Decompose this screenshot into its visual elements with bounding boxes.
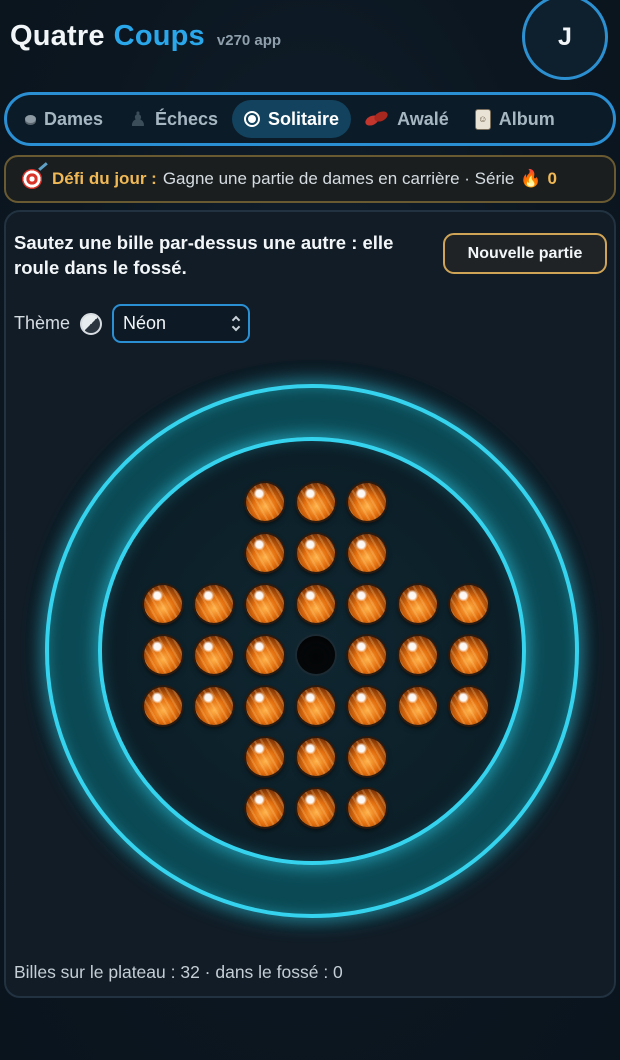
marble[interactable] [348,534,386,572]
marble[interactable] [348,789,386,827]
marble[interactable] [246,687,284,725]
marble[interactable] [348,585,386,623]
marble[interactable] [144,687,182,725]
marble[interactable] [348,636,386,674]
marble[interactable] [450,687,488,725]
tab-label: Échecs [154,108,219,129]
brand-word-quatre: Quatre [10,20,105,52]
marble[interactable] [297,534,335,572]
marble[interactable] [348,687,386,725]
theme-select[interactable]: Néon [112,304,251,343]
marble[interactable] [450,585,488,623]
user-avatar[interactable]: J [522,0,608,80]
game-tabs: Dames ♟ Échecs Solitaire Awalé ☺ Album [4,92,616,146]
marble[interactable] [297,483,335,521]
version-label: v270 app [216,32,282,49]
radio-circle-icon [244,111,261,127]
target-icon [22,169,42,189]
marble[interactable] [297,585,335,623]
tab-label: Solitaire [268,108,340,129]
empty-hole[interactable] [297,636,335,674]
marble[interactable] [195,585,233,623]
challenge-text: Gagne une partie de dames en carrière · … [162,169,515,188]
streak-count: 0 [547,169,557,188]
tab-echecs[interactable]: ♟ Échecs [117,100,230,138]
brand-word-coups: Coups [113,20,205,52]
marble[interactable] [399,585,437,623]
solitaire-board [45,384,579,918]
fire-icon: 🔥 [520,169,542,188]
marble[interactable] [297,738,335,776]
tab-label: Album [498,108,555,129]
game-instructions: Sautez une bille par-dessus une autre : … [14,232,394,278]
marble[interactable] [246,789,284,827]
marble[interactable] [348,483,386,521]
solitaire-panel: Sautez une bille par-dessus une autre : … [4,210,616,998]
tab-awale[interactable]: Awalé [353,100,461,138]
tab-label: Awalé [397,108,449,129]
app-title: Quatre Coups v270 app [10,20,281,53]
marble[interactable] [246,534,284,572]
marble[interactable] [399,636,437,674]
marble[interactable] [246,738,284,776]
board-pegs [49,388,583,922]
checker-piece-icon [25,115,36,123]
marble[interactable] [195,687,233,725]
marble[interactable] [297,789,335,827]
chess-pawn-icon: ♟ [129,108,147,131]
marble[interactable] [348,738,386,776]
marble-stats: Billes sur le plateau : 32 · dans le fos… [14,962,343,982]
marble[interactable] [450,636,488,674]
album-card-icon: ☺ [474,108,491,130]
app-header: Quatre Coups v270 app J [0,0,620,84]
marble[interactable] [246,636,284,674]
chevron-updown-icon [231,315,241,332]
new-game-button[interactable]: Nouvelle partie [443,233,607,274]
tab-solitaire[interactable]: Solitaire [232,100,352,138]
marble[interactable] [195,636,233,674]
marble[interactable] [144,585,182,623]
tab-label: Dames [44,108,104,129]
marble[interactable] [246,483,284,521]
marble[interactable] [399,687,437,725]
marble[interactable] [246,585,284,623]
contrast-icon [80,312,103,335]
marble[interactable] [144,636,182,674]
challenge-label: Défi du jour : [52,169,157,188]
daily-challenge-banner: Défi du jour : Gagne une partie de dames… [4,155,616,203]
theme-select-value: Néon [123,313,167,333]
theme-row: Thème Néon [14,304,251,343]
seeds-icon [363,109,390,128]
marble[interactable] [297,687,335,725]
tab-dames[interactable]: Dames [13,100,115,138]
theme-label: Thème [14,313,71,333]
tab-album[interactable]: ☺ Album [463,100,567,138]
